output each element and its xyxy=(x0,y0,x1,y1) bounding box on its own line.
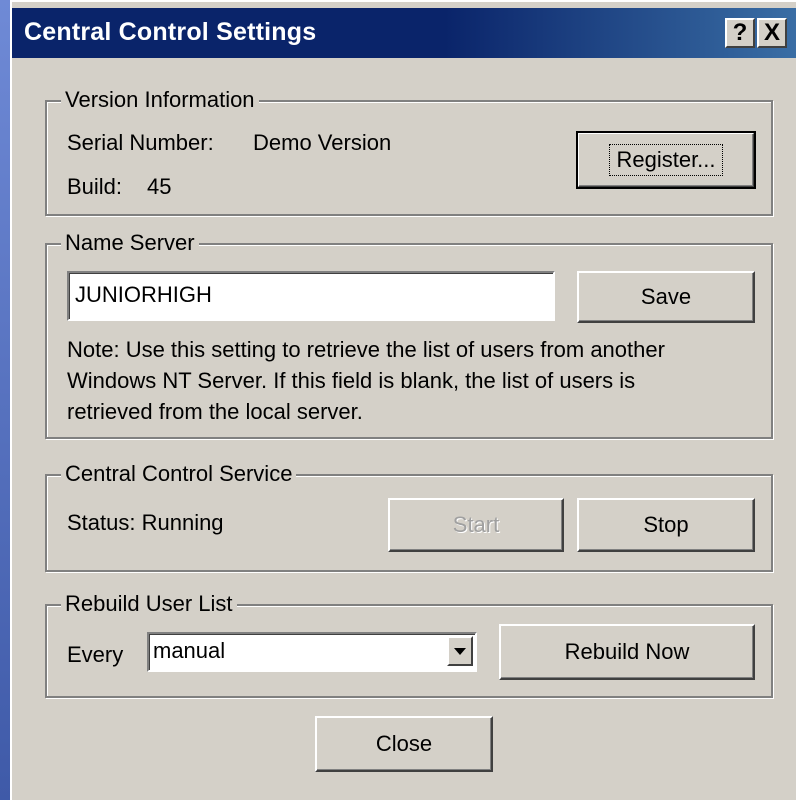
name-server-legend: Name Server xyxy=(61,230,199,256)
chevron-down-icon[interactable] xyxy=(447,636,473,666)
name-server-input[interactable]: JUNIORHIGH xyxy=(67,271,555,321)
start-button[interactable]: Start xyxy=(388,498,564,552)
desktop-background xyxy=(0,0,10,800)
rebuild-interval-value: manual xyxy=(153,638,226,663)
serial-number-label: Serial Number: xyxy=(67,130,214,155)
rebuild-interval-select[interactable]: manual xyxy=(147,632,477,672)
rebuild-legend: Rebuild User List xyxy=(61,591,237,617)
version-info-legend: Version Information xyxy=(61,87,259,113)
help-icon[interactable]: ? xyxy=(725,18,755,48)
note-line-3: retrieved from the local server. xyxy=(67,399,363,424)
note-line-1: Note: Use this setting to retrieve the l… xyxy=(67,337,665,362)
stop-button[interactable]: Stop xyxy=(577,498,755,552)
window-title: Central Control Settings xyxy=(24,18,317,46)
rebuild-now-button[interactable]: Rebuild Now xyxy=(499,624,755,680)
serial-number-value: Demo Version xyxy=(253,130,392,155)
note-line-2: Windows NT Server. If this field is blan… xyxy=(67,368,636,393)
service-status: Status: Running xyxy=(67,510,224,535)
settings-dialog: Central Control Settings ? X Version Inf… xyxy=(10,0,796,800)
every-label: Every xyxy=(67,642,124,667)
register-button-label: Register... xyxy=(609,144,723,176)
close-icon[interactable]: X xyxy=(757,18,787,48)
build-label: Build: xyxy=(67,174,123,199)
name-server-group: Name Server JUNIORHIGH Save Note: Use th… xyxy=(45,230,773,439)
build-value: 45 xyxy=(147,174,172,199)
title-bar[interactable]: Central Control Settings ? X xyxy=(12,8,796,58)
close-button[interactable]: Close xyxy=(315,716,493,772)
service-legend: Central Control Service xyxy=(61,461,297,487)
version-info-group: Version Information Serial Number: Demo … xyxy=(45,87,773,216)
rebuild-group: Rebuild User List Every manual Rebuild N… xyxy=(45,591,773,698)
register-button[interactable]: Register... xyxy=(576,131,756,189)
service-group: Central Control Service Status: Running … xyxy=(45,461,773,572)
save-button[interactable]: Save xyxy=(577,271,755,323)
